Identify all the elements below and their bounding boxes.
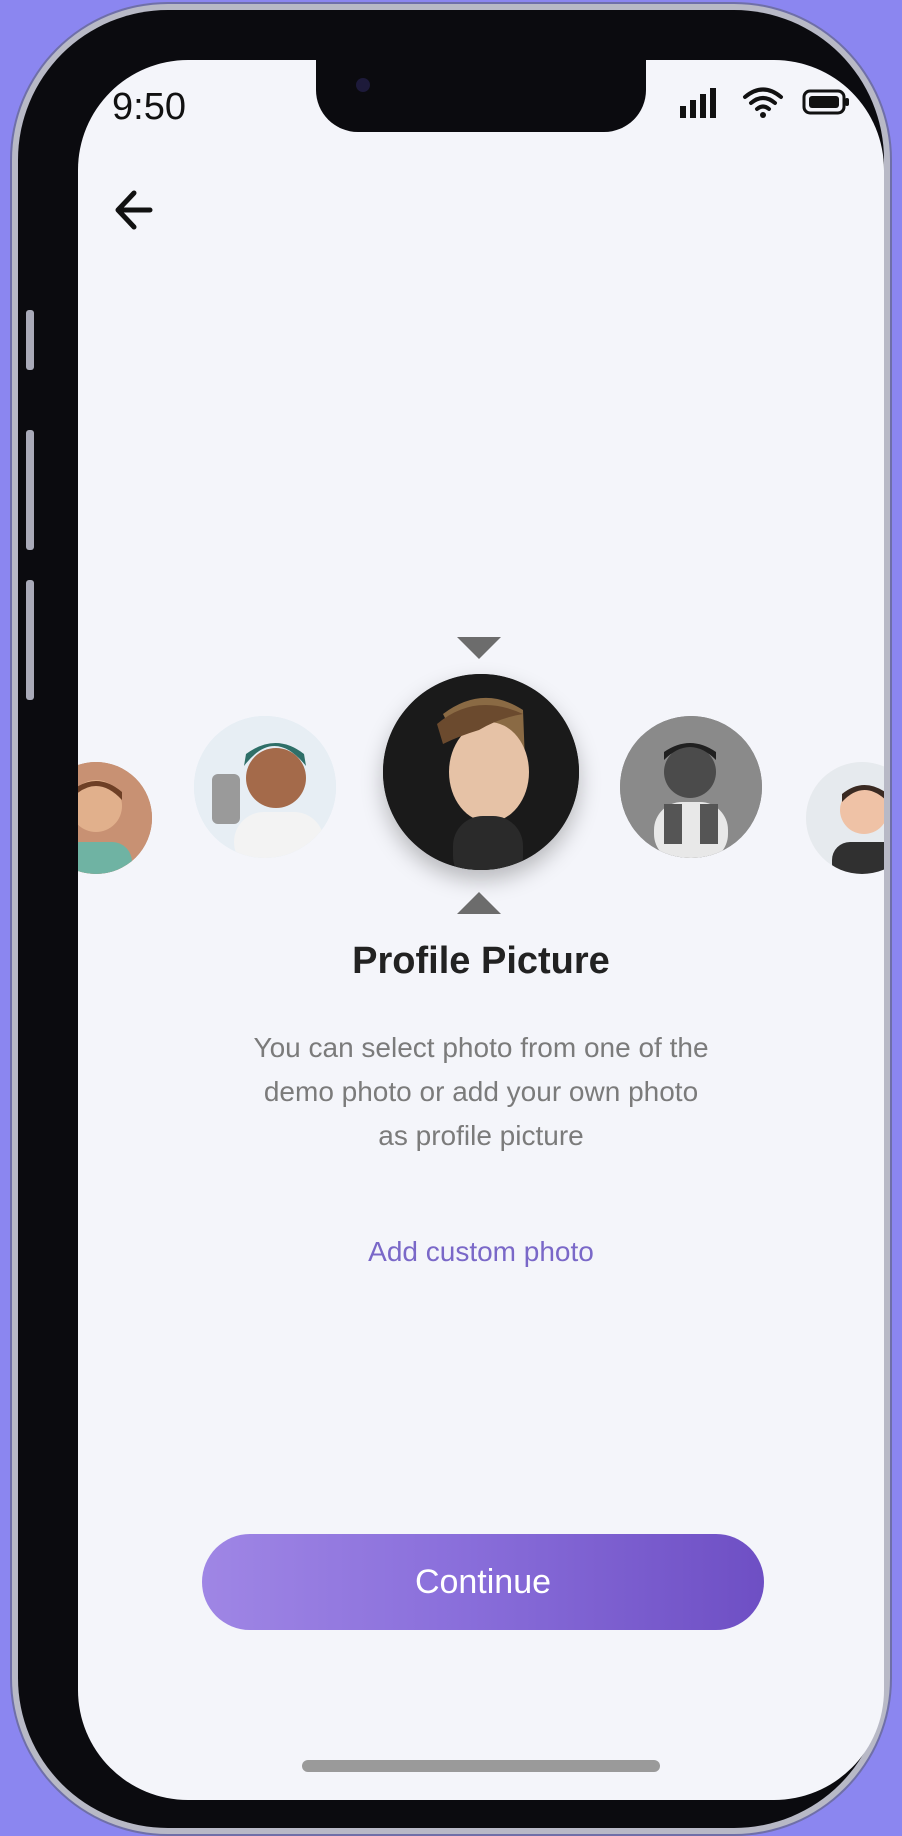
- add-custom-photo-link[interactable]: Add custom photo: [78, 1236, 884, 1268]
- avatar-2-image: [194, 716, 336, 858]
- battery-icon: [802, 89, 849, 115]
- avatar-1-image: [78, 762, 152, 874]
- wifi-icon: [743, 87, 783, 118]
- continue-button[interactable]: Continue: [202, 1534, 764, 1630]
- description-line-3: as profile picture: [378, 1120, 584, 1151]
- home-indicator[interactable]: [302, 1760, 660, 1772]
- avatar-4-image: [620, 716, 762, 858]
- signal-icon: [680, 88, 716, 118]
- avatar-5[interactable]: [806, 762, 884, 874]
- status-time: 9:50: [112, 86, 186, 128]
- selection-indicator-bottom: [457, 892, 501, 914]
- status-icons: [680, 86, 850, 118]
- mute-switch: [26, 310, 34, 370]
- avatar-3[interactable]: [383, 674, 579, 870]
- selection-indicator-top: [457, 637, 501, 659]
- arrow-left-icon[interactable]: [106, 180, 166, 240]
- front-camera: [356, 78, 370, 92]
- description-line-2: demo photo or add your own photo: [263, 1076, 699, 1107]
- avatar-3-image: [383, 674, 579, 870]
- volume-up-button: [26, 430, 34, 550]
- phone-frame: 9:50 Profile Picture You can select phot…: [18, 10, 884, 1828]
- avatar-2[interactable]: [194, 716, 336, 858]
- description-line-1: You can select photo from one of the: [253, 1032, 709, 1063]
- avatar-5-image: [806, 762, 884, 874]
- app-screen: 9:50 Profile Picture You can select phot…: [78, 60, 884, 1800]
- volume-down-button: [26, 580, 34, 700]
- avatar-1[interactable]: [78, 762, 152, 874]
- avatar-4[interactable]: [620, 716, 762, 858]
- notch: [316, 60, 646, 132]
- description: You can select photo from one of the dem…: [228, 1026, 734, 1158]
- page-title: Profile Picture: [352, 940, 610, 982]
